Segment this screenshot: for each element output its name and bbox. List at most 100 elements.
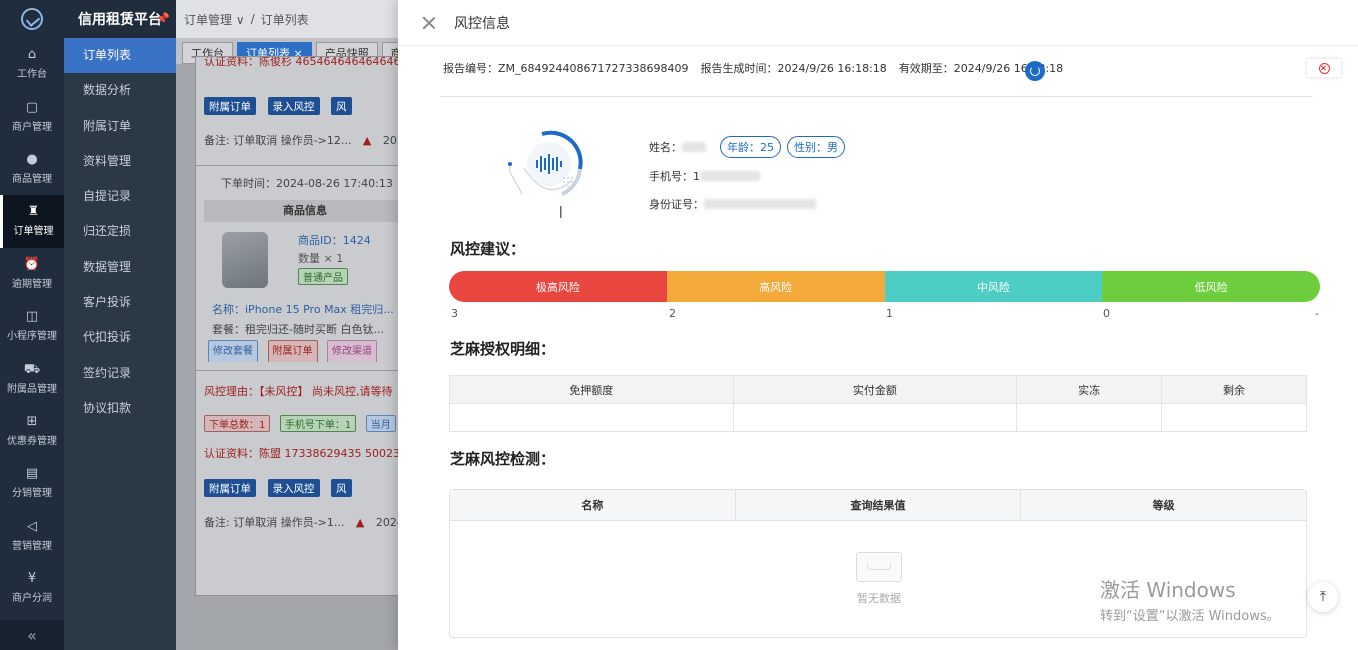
risk-reason: 风控理由：【未风控】 尚未风控,请等待	[204, 385, 393, 398]
coin-icon: ¥	[27, 571, 37, 587]
attached-order-button[interactable]: 附属订单	[267, 340, 318, 362]
submenu-item-pickup-records[interactable]: 自提记录	[64, 179, 176, 214]
watch-icon: ◫	[25, 309, 39, 325]
name-value-redacted	[682, 142, 706, 152]
error-close-icon[interactable]	[1318, 62, 1330, 74]
goods-info-header: 商品信息	[204, 200, 406, 222]
col-deposit-free-limit: 免押额度	[449, 375, 734, 404]
watermark-line2: 转到“设置”以激活 Windows。	[1100, 609, 1280, 624]
breadcrumb-orders[interactable]: 订单管理 ∨	[184, 11, 245, 28]
goods-info: 商品ID：1424 数量 × 1 普通产品	[196, 222, 414, 300]
logo-icon	[21, 8, 43, 30]
rail-item-profit[interactable]: ¥ 商户分润	[0, 562, 64, 614]
rail-item-miniprogram[interactable]: ◫ 小程序管理	[0, 300, 64, 352]
rail-item-goods[interactable]: ● 商品管理	[0, 143, 64, 195]
refresh-icon[interactable]	[1025, 61, 1045, 81]
pin-icon[interactable]: 📌	[156, 12, 170, 25]
home-icon: ⌂	[27, 47, 37, 63]
id-label: 身份证号：	[649, 198, 704, 211]
submenu-item-agreement-deduction[interactable]: 协议扣款	[64, 391, 176, 426]
rail-item-marketing[interactable]: ◁ 营销管理	[0, 510, 64, 562]
submenu-item-attached-orders[interactable]: 附属订单	[64, 109, 176, 144]
rail-item-orders[interactable]: ♜ 订单管理	[0, 195, 64, 248]
goods-name: 名称：iPhone 15 Pro Max 租完归...	[212, 303, 394, 316]
submenu-item-deduction-complaints[interactable]: 代扣投诉	[64, 320, 176, 355]
rail-item-workbench[interactable]: ⌂ 工作台	[0, 38, 64, 90]
rail-item-label: 工作台	[17, 69, 47, 81]
close-icon[interactable]	[422, 16, 436, 30]
chart-icon: ▤	[25, 466, 39, 482]
rail-item-distribution[interactable]: ▤ 分销管理	[0, 457, 64, 509]
divider	[196, 165, 414, 166]
submenu-item-sign-records[interactable]: 签约记录	[64, 356, 176, 391]
risk-scale-tick: 1	[886, 307, 893, 320]
submenu: 信用租赁平台 📌 订单列表 数据分析 附属订单 资料管理 自提记录 归还定损 数…	[64, 0, 176, 650]
report-meta: 报告编号：ZM_684924408671727338698409 报告生成时间：…	[443, 60, 1063, 76]
phone-value-redacted	[700, 171, 760, 181]
submenu-item-data-analysis[interactable]: 数据分析	[64, 73, 176, 108]
risk-scale: 3 2 1 0 -	[449, 307, 1320, 321]
attach-order-button[interactable]: 附属订单	[204, 97, 256, 115]
submenu-item-documents[interactable]: 资料管理	[64, 144, 176, 179]
drawer-title: 风控信息	[454, 15, 510, 32]
divider	[440, 96, 1313, 97]
collapse-icon[interactable]: «	[0, 620, 64, 650]
empty-text: 暂无数据	[857, 592, 901, 605]
attach-order-button[interactable]: 附属订单	[204, 479, 256, 497]
table-row	[449, 403, 1307, 432]
gift-icon: ⊞	[26, 413, 38, 429]
submenu-item-order-list[interactable]: 订单列表	[64, 38, 176, 74]
rail-item-label: 商户分润	[12, 593, 52, 605]
remark-text: 备注: 订单取消 操作员->1...	[204, 516, 345, 529]
auth-detail-title: 芝麻授权明细：	[450, 340, 556, 358]
rail-item-overdue[interactable]: ⏰ 逾期管理	[0, 248, 64, 300]
rail-item-coupon[interactable]: ⊞ 优惠券管理	[0, 405, 64, 457]
table-header-row: 名称 查询结果值 等级	[450, 490, 1306, 521]
risk-scale-tick: -	[1315, 307, 1319, 320]
col-paid-amount: 实付金额	[732, 375, 1018, 404]
person-info: 姓名： 年龄：25 性别：男 手机号： 1 身份证号：	[649, 134, 845, 220]
rail-item-accessory[interactable]: ⛟ 附属品管理	[0, 352, 64, 404]
drawer-header: 风控信息	[398, 0, 1358, 46]
age-pill: 年龄：25	[720, 136, 781, 158]
submenu-item-data-management[interactable]: 数据管理	[64, 250, 176, 285]
id-row: 身份证号：	[649, 194, 845, 214]
phone-label: 手机号：	[649, 170, 693, 183]
rail-item-label: 营销管理	[12, 540, 52, 552]
table-cell	[732, 403, 1018, 432]
triangle-icon[interactable]: ▲	[356, 516, 364, 529]
stat-month: 当月	[365, 415, 396, 432]
col-level: 等级	[1152, 499, 1175, 512]
submenu-item-return-damage[interactable]: 归还定损	[64, 214, 176, 249]
col-frozen: 实冻	[1016, 375, 1163, 404]
id-value-redacted	[704, 199, 816, 209]
error-badge[interactable]	[1307, 59, 1341, 77]
col-remaining: 剩余	[1161, 375, 1307, 404]
rail-item-label: 订单管理	[13, 226, 54, 238]
enter-risk-button[interactable]: 录入风控	[267, 479, 320, 497]
back-to-top-icon[interactable]: ⤒	[1308, 582, 1338, 612]
phone-prefix: 1	[693, 169, 700, 183]
stat-total-orders: 下单总数：1	[204, 415, 271, 432]
risk-level-bar: 极高风险 高风险 中风险 低风险	[449, 271, 1320, 302]
enter-risk-button[interactable]: 录入风控	[267, 97, 320, 115]
edit-channel-button[interactable]: 修改渠道	[327, 340, 377, 362]
breadcrumb-order-list: 订单列表	[260, 12, 309, 27]
goods-actions: 修改套餐 附属订单 修改渠道	[196, 340, 414, 362]
order-time: 下单时间：2024-08-26 17:40:13	[221, 177, 393, 190]
table-header-row: 免押额度 实付金额 实冻 剩余	[449, 375, 1307, 404]
action-row-2: 附属订单 录入风控 风	[196, 479, 414, 501]
order-card-bg: 认证资料：陈俊杉 4654646464646464 附属订单 录入风控 风 备注…	[195, 56, 415, 596]
submenu-item-complaints[interactable]: 客户投诉	[64, 285, 176, 320]
third-button[interactable]: 风	[331, 97, 352, 115]
col-query-result: 查询结果值	[736, 490, 1022, 520]
edit-package-button[interactable]: 修改套餐	[208, 340, 258, 362]
rail-item-merchant[interactable]: ▢ 商户管理	[0, 90, 64, 142]
risk-advice-title: 风控建议：	[450, 240, 526, 258]
rail-items: ⌂ 工作台 ▢ 商户管理 ● 商品管理 ♜ 订单管理 ⏰ 逾期管理 ◫ 小程序管理 ⛟ 附属品…	[0, 38, 64, 614]
risk-detect-title: 芝麻风控检测：	[450, 450, 556, 468]
risk-scale-tick: 3	[451, 307, 458, 320]
third-button[interactable]: 风	[331, 479, 352, 497]
triangle-icon[interactable]: ▲	[363, 134, 371, 147]
trophy-icon: ♜	[27, 204, 40, 220]
